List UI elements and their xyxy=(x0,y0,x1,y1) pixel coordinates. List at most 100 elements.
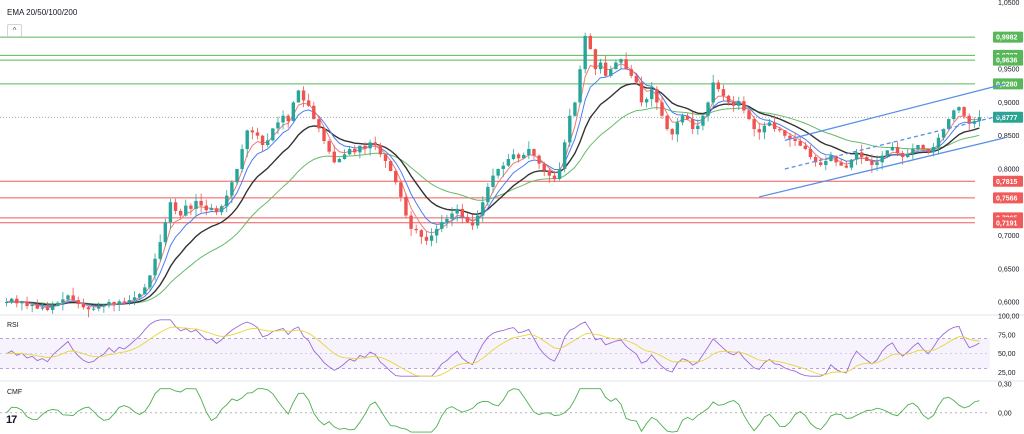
candle-body xyxy=(511,154,516,159)
candle-body xyxy=(66,295,70,300)
candle-body xyxy=(783,130,787,136)
candle-body xyxy=(624,59,628,70)
candle-body xyxy=(30,304,34,307)
candle-body xyxy=(660,102,664,116)
candle-body xyxy=(522,155,526,159)
price-tick-label: 0,6000 xyxy=(998,300,1020,307)
candle-body xyxy=(399,182,403,197)
candle-body xyxy=(762,125,767,133)
candle-body xyxy=(332,151,336,163)
candle-body xyxy=(91,308,96,310)
trading-chart[interactable]: 1,05000,95000,90000,85000,80000,70000,65… xyxy=(0,0,1024,434)
candle-body xyxy=(593,49,598,70)
candle-body xyxy=(772,122,777,130)
candle-body xyxy=(327,141,331,152)
candle-body xyxy=(516,154,521,159)
candle-body xyxy=(306,100,311,106)
candle-body xyxy=(496,168,500,176)
channel-lower-line xyxy=(759,137,1006,198)
rsi-pane-label: RSI xyxy=(7,322,19,329)
level-label: 0,9636 xyxy=(996,58,1018,65)
level-label: 0,7566 xyxy=(996,195,1018,202)
candle-body xyxy=(481,202,485,216)
candle-body xyxy=(419,230,424,237)
candle-body xyxy=(844,165,849,168)
candle-body xyxy=(716,82,720,90)
candle-body xyxy=(434,228,439,236)
candle-body xyxy=(445,218,449,223)
candle-body xyxy=(281,115,285,123)
candle-body xyxy=(255,132,260,136)
candle-body xyxy=(301,90,306,101)
price-tick-label: 0,7000 xyxy=(998,233,1020,240)
candle-body xyxy=(460,208,464,217)
candle-body xyxy=(803,145,808,150)
candle-body xyxy=(542,163,546,171)
candle-body xyxy=(936,137,941,148)
candle-body xyxy=(250,130,255,133)
candle-body xyxy=(486,186,490,203)
candle-body xyxy=(527,149,531,156)
candle-body xyxy=(696,125,700,130)
candle-body xyxy=(578,69,582,103)
candle-body xyxy=(737,101,741,106)
rsi-tick-label: 25,00 xyxy=(998,370,1016,377)
channel-upper-line xyxy=(784,83,1006,141)
candle-body xyxy=(793,139,797,142)
candle-body xyxy=(547,170,552,176)
candle-body xyxy=(296,90,301,103)
candle-body xyxy=(629,69,633,76)
candle-body xyxy=(670,129,674,135)
candle-body xyxy=(824,160,828,165)
candle-body xyxy=(644,99,649,103)
candle-body xyxy=(603,62,608,76)
candle-body xyxy=(25,301,29,307)
candle-body xyxy=(911,149,915,154)
candle-body xyxy=(347,149,352,155)
candle-body xyxy=(358,145,362,153)
candle-body xyxy=(117,301,121,305)
candle-body xyxy=(317,119,321,129)
candle-body xyxy=(916,145,920,150)
candle-body xyxy=(808,149,813,157)
price-tick-label: 1,0500 xyxy=(998,0,1020,7)
indicator-legend[interactable]: EMA 20/50/100/200 xyxy=(7,8,77,17)
candle-body xyxy=(86,307,91,310)
candle-body xyxy=(465,216,470,223)
channel-mid-line xyxy=(784,113,1006,170)
candle-body xyxy=(4,302,9,304)
candle-body xyxy=(20,301,24,304)
candle-body xyxy=(706,102,710,116)
candle-body xyxy=(685,115,690,120)
candle-body xyxy=(742,101,746,111)
candle-body xyxy=(588,35,592,50)
tradingview-logo: 17 xyxy=(6,414,17,426)
candle-body xyxy=(424,236,429,241)
rsi-tick-label: 50,00 xyxy=(998,351,1016,358)
candle-body xyxy=(552,175,557,179)
candle-body xyxy=(219,206,224,213)
candle-body xyxy=(337,158,342,163)
cmf-pane-label: CMF xyxy=(7,389,23,396)
candle-body xyxy=(859,152,864,157)
candle-body xyxy=(634,75,639,83)
candle-body xyxy=(291,102,296,122)
candle-body xyxy=(895,147,900,154)
candle-body xyxy=(557,168,562,179)
candle-body xyxy=(383,154,388,161)
candle-body xyxy=(440,222,444,229)
candle-body xyxy=(404,196,408,216)
candle-body xyxy=(952,110,956,120)
candle-body xyxy=(675,122,680,135)
candle-body xyxy=(455,208,459,214)
candle-body xyxy=(701,115,705,126)
candle-body xyxy=(271,128,275,141)
candle-body xyxy=(680,115,685,123)
candle-body xyxy=(854,152,859,160)
candle-body xyxy=(726,95,731,103)
level-label: 0,7815 xyxy=(996,179,1018,186)
candle-body xyxy=(906,153,910,157)
candle-body xyxy=(112,302,116,305)
collapse-legend-button[interactable]: ^ xyxy=(7,24,22,37)
candle-body xyxy=(409,215,413,229)
